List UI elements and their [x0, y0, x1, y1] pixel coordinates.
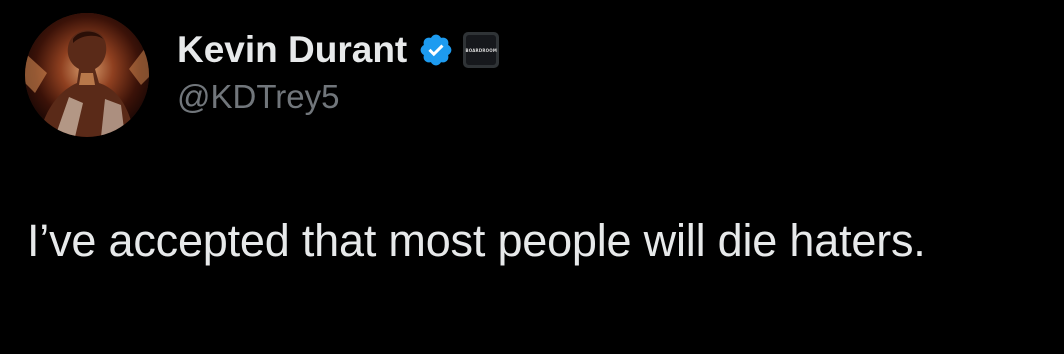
author-name-row: Kevin Durant BOARDROOM	[177, 24, 500, 76]
author-display-name[interactable]: Kevin Durant	[177, 29, 407, 71]
affiliate-badge-text: BOARDROOM	[465, 47, 498, 53]
tweet-card[interactable]: Kevin Durant BOARDROOM @KDTrey5 I’ve acc…	[0, 0, 1064, 354]
author-handle[interactable]: @KDTrey5	[177, 78, 339, 116]
avatar-image	[25, 13, 149, 137]
avatar[interactable]	[25, 13, 149, 137]
verified-badge-icon[interactable]	[418, 32, 454, 68]
boardroom-affiliate-icon[interactable]: BOARDROOM	[463, 32, 500, 68]
tweet-text: I’ve accepted that most people will die …	[27, 215, 926, 266]
